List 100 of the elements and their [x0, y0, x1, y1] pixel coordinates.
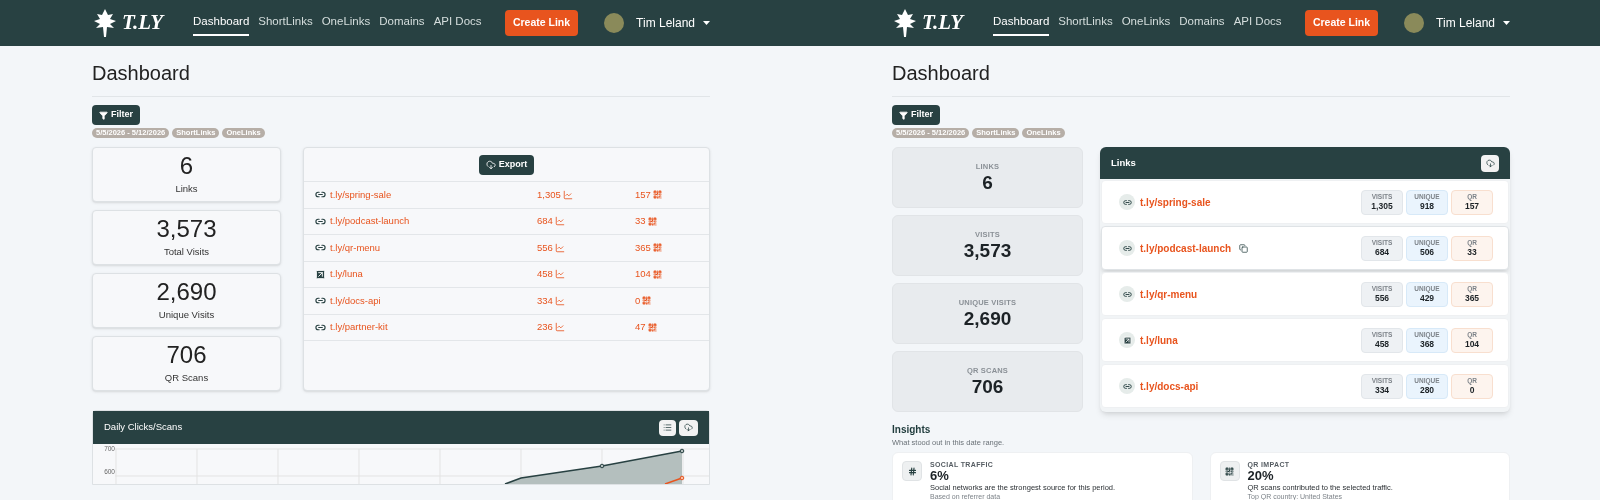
link-icon: [1119, 286, 1135, 302]
qr-code-icon: [652, 243, 662, 253]
filter-button[interactable]: Filter: [92, 105, 140, 125]
metric-value: 368: [1419, 338, 1435, 350]
visits-count: 236: [537, 320, 553, 335]
line-chart-icon: [554, 269, 565, 280]
short-link[interactable]: t.ly/spring-sale: [1140, 194, 1211, 210]
metric-value: 506: [1419, 246, 1435, 258]
arrow-square-icon: [1119, 332, 1135, 348]
scans-count: 0: [635, 293, 641, 308]
stat-value: 3,573: [963, 240, 1012, 263]
export-button[interactable]: Export: [478, 154, 535, 175]
stat-value: 6: [982, 172, 993, 195]
metric-value: 684: [1374, 246, 1390, 258]
short-link[interactable]: t.ly/qr-menu: [1140, 286, 1198, 302]
metric-value: 1,305: [1371, 200, 1393, 212]
nav-link[interactable]: ShortLinks: [1058, 10, 1113, 36]
metric-value: 0: [1469, 384, 1475, 396]
line-chart-icon: [554, 242, 565, 253]
create-link-button[interactable]: Create Link: [1304, 10, 1379, 36]
insight-value: 6%: [930, 469, 950, 483]
short-link[interactable]: t.ly/podcast-launch: [330, 214, 410, 229]
nav-link[interactable]: ShortLinks: [258, 10, 313, 36]
short-link[interactable]: t.ly/qr-menu: [330, 240, 381, 255]
link-icon: [1119, 240, 1135, 256]
metric-value: 556: [1374, 292, 1390, 304]
stat-label: QR Scans: [164, 370, 209, 385]
line-chart-icon: [554, 322, 565, 333]
insights-title: Insights: [892, 423, 932, 437]
stat-label: Unique Visits: [158, 307, 215, 322]
cloud-download-icon: [485, 159, 496, 170]
stat-label: Total Visits: [163, 244, 210, 259]
caret-icon: [703, 21, 710, 25]
link-icon: [1119, 378, 1135, 394]
cloud-download-icon: [1485, 158, 1495, 168]
page-title: Dashboard: [92, 60, 710, 97]
link-icon: [1119, 194, 1135, 210]
short-link[interactable]: t.ly/partner-kit: [330, 320, 388, 335]
nav-link[interactable]: Dashboard: [993, 10, 1050, 36]
scans-count: 33: [635, 214, 646, 229]
metric-value: 918: [1419, 200, 1435, 212]
line-chart-icon: [554, 216, 565, 227]
scans-count: 365: [635, 240, 651, 255]
user-menu[interactable]: Tim Leland: [1436, 14, 1510, 32]
nav-link[interactable]: Dashboard: [193, 10, 250, 36]
short-link[interactable]: t.ly/luna: [330, 267, 363, 282]
nav-link[interactable]: OneLinks: [1121, 10, 1171, 36]
qr-code-icon: [652, 269, 662, 279]
short-link[interactable]: t.ly/docs-api: [1140, 378, 1199, 394]
filter-button[interactable]: Filter: [892, 105, 940, 125]
stat-value: 6: [179, 152, 194, 179]
arrow-square-icon: [315, 268, 326, 280]
metric-value: 33: [1467, 246, 1477, 258]
avatar[interactable]: [604, 13, 625, 33]
copy-icon[interactable]: [1239, 243, 1249, 253]
line-chart-icon: [562, 189, 573, 200]
logo-text: T.LY: [922, 9, 964, 37]
metric-value: 334: [1374, 384, 1390, 396]
nav-link[interactable]: OneLinks: [321, 10, 371, 36]
metric-value: 429: [1419, 292, 1435, 304]
page-title: Dashboard: [892, 60, 1510, 97]
visits-count: 458: [537, 267, 553, 282]
create-link-button[interactable]: Create Link: [504, 10, 579, 36]
qr-code-icon: [642, 296, 652, 306]
insight-value: 20%: [1247, 469, 1275, 483]
list-icon: [663, 423, 672, 432]
user-menu[interactable]: Tim Leland: [636, 14, 710, 32]
short-link[interactable]: t.ly/spring-sale: [330, 187, 392, 202]
visits-count: 684: [537, 214, 553, 229]
visits-count: 1,305: [537, 187, 561, 202]
qr-code-icon: [647, 322, 657, 332]
scans-count: 157: [635, 187, 651, 202]
filter-icon: [99, 110, 108, 120]
nav-link[interactable]: Domains: [379, 10, 425, 36]
scans-count: 47: [635, 320, 646, 335]
qr-code-icon: [1219, 461, 1240, 482]
stat-value: 2,690: [963, 308, 1012, 331]
nav-link[interactable]: API Docs: [1233, 10, 1282, 36]
list-view-button[interactable]: [659, 419, 676, 436]
stat-value: 706: [971, 376, 1004, 399]
metric-value: 157: [1464, 200, 1480, 212]
stat-value: 706: [166, 341, 207, 368]
short-link[interactable]: t.ly/luna: [1140, 332, 1178, 348]
logo-text: T.LY: [122, 9, 164, 37]
nav-link[interactable]: API Docs: [433, 10, 482, 36]
cloud-download-icon: [684, 423, 693, 432]
stat-value: 3,573: [156, 215, 217, 242]
line-chart-icon: [554, 295, 565, 306]
download-button[interactable]: [679, 419, 698, 436]
metric-value: 280: [1419, 384, 1435, 396]
short-link[interactable]: t.ly/podcast-launch: [1140, 240, 1232, 256]
metric-value: 458: [1374, 338, 1390, 350]
qr-code-icon: [652, 190, 662, 200]
nav-link[interactable]: Domains: [1179, 10, 1225, 36]
download-button[interactable]: [1481, 154, 1499, 172]
visits-count: 334: [537, 293, 553, 308]
hash-icon: [902, 461, 922, 482]
short-link[interactable]: t.ly/docs-api: [330, 293, 381, 308]
avatar[interactable]: [1404, 13, 1425, 33]
metric-value: 365: [1464, 292, 1480, 304]
